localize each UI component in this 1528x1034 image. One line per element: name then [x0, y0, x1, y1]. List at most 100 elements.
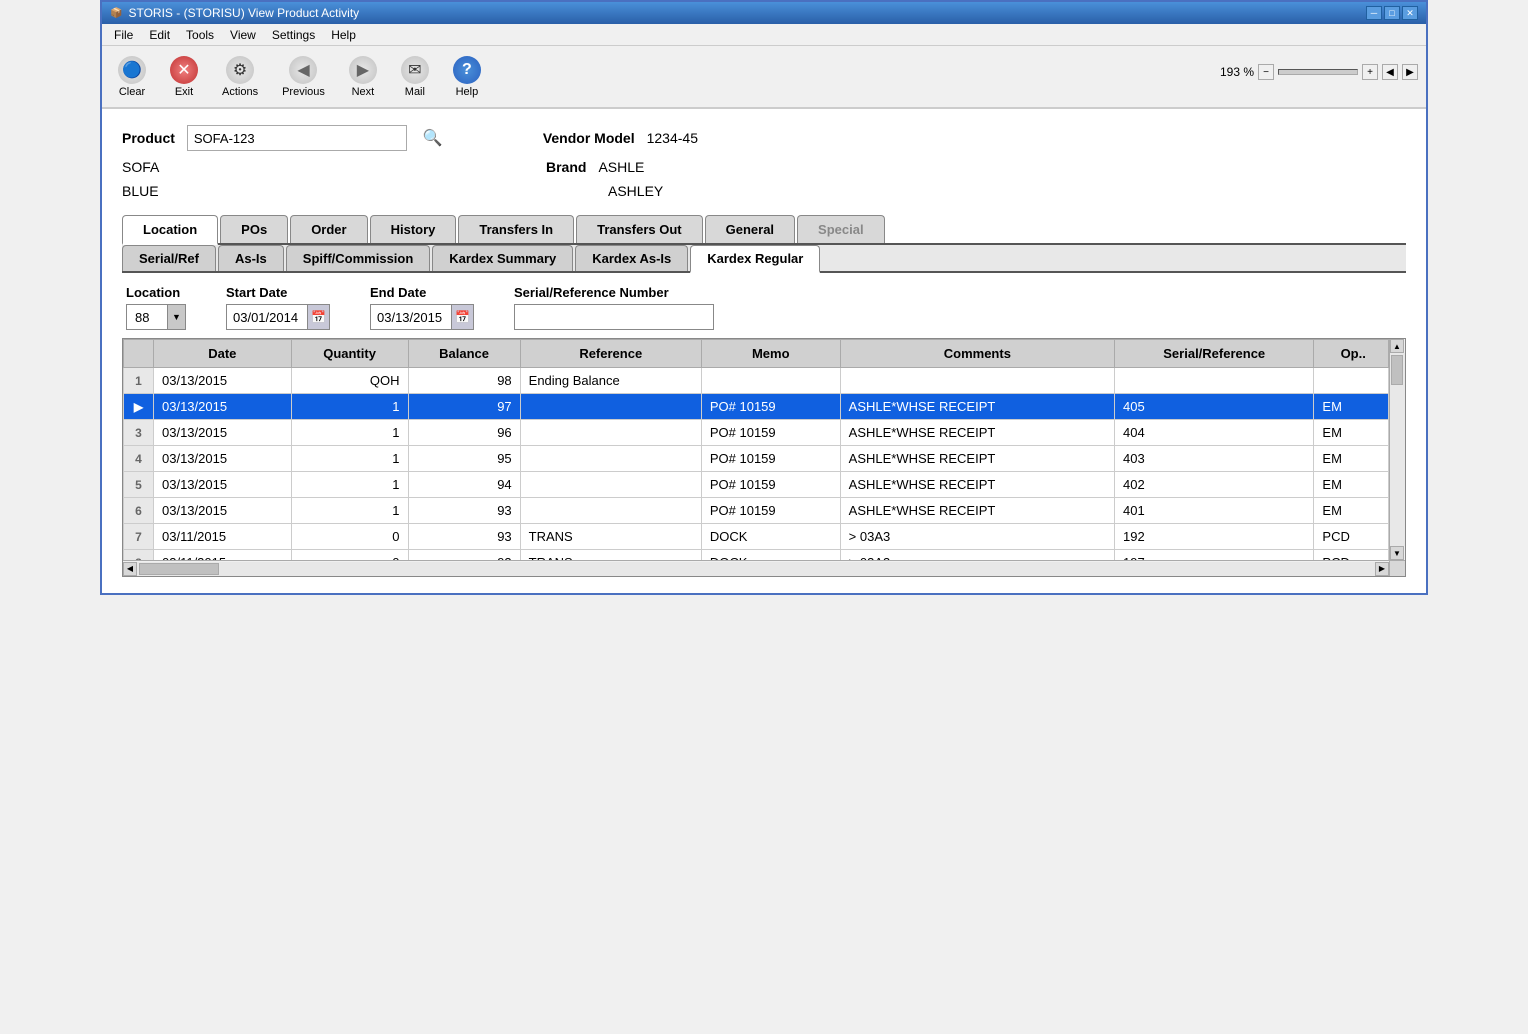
zoom-slider[interactable]: [1278, 69, 1358, 75]
scroll-thumb-v[interactable]: [1391, 355, 1403, 385]
scroll-down-button[interactable]: ▼: [1390, 546, 1404, 560]
menu-file[interactable]: File: [106, 26, 141, 44]
row-quantity: 0: [291, 524, 408, 550]
end-date-input[interactable]: 03/13/2015 📅: [370, 304, 474, 330]
zoom-in-button[interactable]: +: [1362, 64, 1378, 80]
previous-button[interactable]: ◀ Previous: [274, 52, 333, 102]
row-memo: PO# 10159: [701, 446, 840, 472]
horizontal-scrollbar[interactable]: ◀ ▶: [123, 560, 1389, 576]
row-memo: DOCK: [701, 524, 840, 550]
row-memo: [701, 368, 840, 394]
zoom-controls: 193 % − + ◀ ▶: [1220, 64, 1418, 80]
actions-button[interactable]: ⚙ Actions: [214, 52, 266, 102]
maximize-button[interactable]: □: [1384, 6, 1400, 20]
row-balance: 94: [408, 472, 520, 498]
row-number: 3: [124, 420, 154, 446]
filter-section: Location 88 ▼ Start Date 03/01/2014 📅 En…: [122, 273, 1406, 338]
table-row[interactable]: 103/13/2015QOH98Ending Balance: [124, 368, 1389, 394]
tab-kardex-as-is[interactable]: Kardex As-Is: [575, 245, 688, 271]
end-date-value: 03/13/2015: [371, 307, 451, 328]
start-date-value: 03/01/2014: [227, 307, 307, 328]
location-dropdown-arrow[interactable]: ▼: [167, 305, 185, 329]
serial-filter-group: Serial/Reference Number: [514, 285, 714, 330]
exit-button[interactable]: ✕ Exit: [162, 52, 206, 102]
close-button[interactable]: ✕: [1402, 6, 1418, 20]
tab-special[interactable]: Special: [797, 215, 885, 243]
row-comments: [840, 368, 1114, 394]
help-button[interactable]: ? Help: [445, 52, 489, 102]
zoom-prev-button[interactable]: ◀: [1382, 64, 1398, 80]
row-balance: 96: [408, 420, 520, 446]
row-serial: 403: [1115, 446, 1314, 472]
row-serial: 401: [1115, 498, 1314, 524]
table-row[interactable]: 603/13/2015193PO# 10159ASHLE*WHSE RECEIP…: [124, 498, 1389, 524]
row-quantity: 1: [291, 472, 408, 498]
row-serial: 402: [1115, 472, 1314, 498]
start-date-calendar-button[interactable]: 📅: [307, 305, 329, 329]
vertical-scrollbar[interactable]: ▲ ▼: [1389, 339, 1405, 560]
table-header-row: Date Quantity Balance Reference Memo Com…: [124, 340, 1389, 368]
end-date-calendar-button[interactable]: 📅: [451, 305, 473, 329]
scroll-up-button[interactable]: ▲: [1390, 339, 1404, 353]
table-row[interactable]: 303/13/2015196PO# 10159ASHLE*WHSE RECEIP…: [124, 420, 1389, 446]
next-button[interactable]: ▶ Next: [341, 52, 385, 102]
table-row[interactable]: ▶03/13/2015197PO# 10159ASHLE*WHSE RECEIP…: [124, 394, 1389, 420]
product-search-button[interactable]: 🔍: [419, 128, 447, 148]
tab-order[interactable]: Order: [290, 215, 367, 243]
start-date-input[interactable]: 03/01/2014 📅: [226, 304, 330, 330]
row-comments: ASHLE*WHSE RECEIPT: [840, 446, 1114, 472]
kardex-table: Date Quantity Balance Reference Memo Com…: [123, 339, 1389, 576]
scroll-thumb-h[interactable]: [139, 563, 219, 575]
tab-spiff-commission[interactable]: Spiff/Commission: [286, 245, 431, 271]
row-op: EM: [1314, 446, 1389, 472]
zoom-next-button[interactable]: ▶: [1402, 64, 1418, 80]
tab-transfers-in[interactable]: Transfers In: [458, 215, 574, 243]
tab-kardex-regular[interactable]: Kardex Regular: [690, 245, 820, 273]
serial-filter-label: Serial/Reference Number: [514, 285, 714, 300]
minimize-button[interactable]: ─: [1366, 6, 1382, 20]
clear-label: Clear: [119, 86, 145, 98]
scroll-right-button[interactable]: ▶: [1375, 562, 1389, 576]
table-row[interactable]: 403/13/2015195PO# 10159ASHLE*WHSE RECEIP…: [124, 446, 1389, 472]
menu-help[interactable]: Help: [323, 26, 364, 44]
menu-view[interactable]: View: [222, 26, 264, 44]
product-input[interactable]: [187, 125, 407, 151]
menu-edit[interactable]: Edit: [141, 26, 178, 44]
tab-history[interactable]: History: [370, 215, 457, 243]
table-row[interactable]: 703/11/2015093TRANSDOCK> 03A3192PCD: [124, 524, 1389, 550]
serial-input[interactable]: [514, 304, 714, 330]
zoom-out-button[interactable]: −: [1258, 64, 1274, 80]
row-comments: ASHLE*WHSE RECEIPT: [840, 498, 1114, 524]
menu-bar: File Edit Tools View Settings Help: [102, 24, 1426, 46]
table-wrapper: Date Quantity Balance Reference Memo Com…: [122, 338, 1406, 577]
col-header-op: Op..: [1314, 340, 1389, 368]
location-select[interactable]: 88 ▼: [126, 304, 186, 330]
location-value: 88: [127, 307, 167, 328]
row-reference: Ending Balance: [520, 368, 701, 394]
tab-as-is[interactable]: As-Is: [218, 245, 284, 271]
mail-button[interactable]: ✉ Mail: [393, 52, 437, 102]
table-row[interactable]: 503/13/2015194PO# 10159ASHLE*WHSE RECEIP…: [124, 472, 1389, 498]
col-header-balance: Balance: [408, 340, 520, 368]
tab-location[interactable]: Location: [122, 215, 218, 245]
clear-button[interactable]: 🔵 Clear: [110, 52, 154, 102]
start-date-label: Start Date: [226, 285, 330, 300]
scroll-left-button[interactable]: ◀: [123, 562, 137, 576]
location-filter-group: Location 88 ▼: [126, 285, 186, 330]
tab-transfers-out[interactable]: Transfers Out: [576, 215, 703, 243]
tab-kardex-summary[interactable]: Kardex Summary: [432, 245, 573, 271]
menu-tools[interactable]: Tools: [178, 26, 222, 44]
end-date-filter-group: End Date 03/13/2015 📅: [370, 285, 474, 330]
product-label: Product: [122, 130, 175, 146]
tab-serial-ref[interactable]: Serial/Ref: [122, 245, 216, 271]
help-label: Help: [456, 86, 479, 98]
tab-pos[interactable]: POs: [220, 215, 288, 243]
row-comments: ASHLE*WHSE RECEIPT: [840, 420, 1114, 446]
col-header-rownum: [124, 340, 154, 368]
row-number: 4: [124, 446, 154, 472]
product-row: Product 🔍 Vendor Model 1234-45: [122, 125, 1406, 151]
tab-general[interactable]: General: [705, 215, 795, 243]
menu-settings[interactable]: Settings: [264, 26, 323, 44]
vendor-model-value: 1234-45: [647, 130, 698, 146]
row-reference: [520, 420, 701, 446]
